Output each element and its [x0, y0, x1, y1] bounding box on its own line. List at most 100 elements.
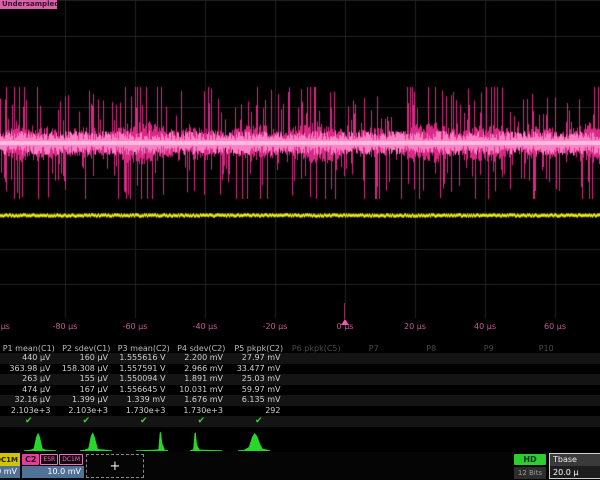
measure-header-p11[interactable]: P	[575, 344, 600, 353]
measure-value-cell	[518, 406, 576, 417]
measurement-table: P1 mean(C1)P2 sdev(C1)P3 mean(C2)P4 sdev…	[0, 344, 600, 427]
trigger-time-line	[344, 303, 345, 319]
measure-value-cell: 167 µV	[58, 385, 116, 396]
measure-value-cell	[345, 364, 403, 375]
trigger-time-marker[interactable]	[341, 319, 349, 325]
measure-value-cell: 1.730e+3	[115, 406, 173, 417]
measure-value-cell	[575, 385, 600, 396]
measure-header-p6[interactable]: P6 pkpk(C5)	[288, 344, 346, 353]
histicon-p2[interactable]	[80, 431, 112, 451]
measure-header-p7[interactable]: P7	[345, 344, 403, 353]
measure-status-check	[575, 416, 600, 427]
descriptor-bar: DC1M 10.0 mV C2 ESR DC1M 10.0 mV + HD 12…	[0, 452, 600, 480]
measure-value-cell: 6.135 mV	[230, 395, 288, 406]
measure-value-cell	[575, 406, 600, 417]
measure-value-cell: 1.339 mV	[115, 395, 173, 406]
measure-header-p4[interactable]: P4 sdev(C2)	[173, 344, 231, 353]
histicon-p3[interactable]	[136, 431, 168, 451]
measure-status-check	[518, 416, 576, 427]
measure-status-check: ✔	[58, 416, 116, 427]
measure-status-check: ✔	[0, 416, 58, 427]
measure-header-p5[interactable]: P5 pkpk(C2)	[230, 344, 288, 353]
channel-c1-descriptor[interactable]: DC1M 10.0 mV	[0, 453, 20, 479]
measure-value-cell	[460, 353, 518, 364]
measure-value-cell: 155 µV	[58, 374, 116, 385]
measure-value-cell	[345, 395, 403, 406]
undersampled-warning-label: Undersampled	[0, 0, 57, 9]
measure-value-cell	[575, 364, 600, 375]
timebase-descriptor[interactable]: Tbase 20.0 µ	[549, 453, 600, 479]
axis-tick-label: -40 µs	[193, 322, 218, 331]
measure-header-p2[interactable]: P2 sdev(C1)	[58, 344, 116, 353]
measure-value-cell	[518, 395, 576, 406]
axis-tick-label: -20 µs	[263, 322, 288, 331]
measure-value-cell	[288, 374, 346, 385]
measure-value-cell: 10.031 mV	[173, 385, 231, 396]
measure-value-cell	[575, 353, 600, 364]
measure-header-p9[interactable]: P9	[460, 344, 518, 353]
measure-value-cell	[518, 385, 576, 396]
measure-value-cell: 263 µV	[0, 374, 58, 385]
measure-header-p3[interactable]: P3 mean(C2)	[115, 344, 173, 353]
hd-bits-label: 12 Bits	[514, 467, 546, 479]
measure-value-cell: 440 µV	[0, 353, 58, 364]
measure-value-cell: 1.557591 V	[115, 364, 173, 375]
measure-value-cell: 2.103e+3	[58, 406, 116, 417]
measure-value-cell	[460, 364, 518, 375]
measure-header-p10[interactable]: P10	[518, 344, 576, 353]
measure-value-cell	[460, 406, 518, 417]
oscilloscope-screen: Undersampled -100 µs -80 µs -60 µs -40 µs -2…	[0, 0, 600, 480]
measure-value-cell: 1.555616 V	[115, 353, 173, 364]
measure-value-cell	[288, 395, 346, 406]
time-axis: -100 µs-80 µs-60 µs-40 µs-20 µs0 µs20 µs…	[0, 318, 600, 336]
axis-tick-label: -80 µs	[53, 322, 78, 331]
c2-coupling-badge: DC1M	[59, 454, 83, 465]
measure-value-cell: 1.556645 V	[115, 385, 173, 396]
measure-value-cell: 160 µV	[58, 353, 116, 364]
measure-value-cell	[345, 374, 403, 385]
histicon-p1[interactable]	[24, 431, 56, 451]
measure-value-cell	[403, 364, 461, 375]
measure-value-cell: 1.730e+3	[173, 406, 231, 417]
waveform-display[interactable]	[0, 0, 600, 318]
measure-value-cell: 33.477 mV	[230, 364, 288, 375]
measure-value-cell	[575, 395, 600, 406]
c2-channel-badge: C2	[22, 454, 39, 465]
measure-value-cell	[288, 364, 346, 375]
axis-tick-label: 60 µs	[544, 322, 566, 331]
measure-header-p1[interactable]: P1 mean(C1)	[0, 344, 58, 353]
measure-value-cell: 1.676 mV	[173, 395, 231, 406]
measure-value-cell: 158.308 µV	[58, 364, 116, 375]
c2-scale-value: 10.0 mV	[22, 466, 84, 478]
measure-value-cell	[345, 406, 403, 417]
measure-value-cell: 363.98 µV	[0, 364, 58, 375]
measure-value-cell	[460, 385, 518, 396]
measure-status-check	[403, 416, 461, 427]
measure-header-p8[interactable]: P8	[403, 344, 461, 353]
measure-value-cell	[460, 374, 518, 385]
histicon-p4[interactable]	[190, 431, 222, 451]
measure-value-cell: 474 µV	[0, 385, 58, 396]
measure-status-check	[460, 416, 518, 427]
measure-value-cell: 27.97 mV	[230, 353, 288, 364]
histicon-p5[interactable]	[238, 431, 270, 451]
measure-value-cell	[288, 353, 346, 364]
measure-status-check: ✔	[115, 416, 173, 427]
measure-value-cell	[403, 353, 461, 364]
timebase-label: Tbase	[550, 454, 600, 466]
axis-tick-label: -60 µs	[123, 322, 148, 331]
measure-value-cell: 292	[230, 406, 288, 417]
add-trace-button[interactable]: +	[86, 454, 144, 478]
measure-value-cell: 1.399 µV	[58, 395, 116, 406]
measure-value-cell: 59.97 mV	[230, 385, 288, 396]
axis-tick-label: 40 µs	[474, 322, 496, 331]
measure-status-check: ✔	[230, 416, 288, 427]
measure-value-cell	[288, 406, 346, 417]
timebase-value: 20.0 µ	[550, 466, 600, 478]
channel-c2-descriptor[interactable]: C2 ESR DC1M 10.0 mV	[22, 453, 84, 479]
measure-value-cell	[403, 406, 461, 417]
measure-value-cell: 2.103e+3	[0, 406, 58, 417]
axis-tick-label: -100 µs	[0, 322, 10, 331]
measure-value-cell	[518, 353, 576, 364]
hd-mode-badge[interactable]: HD	[514, 454, 546, 465]
